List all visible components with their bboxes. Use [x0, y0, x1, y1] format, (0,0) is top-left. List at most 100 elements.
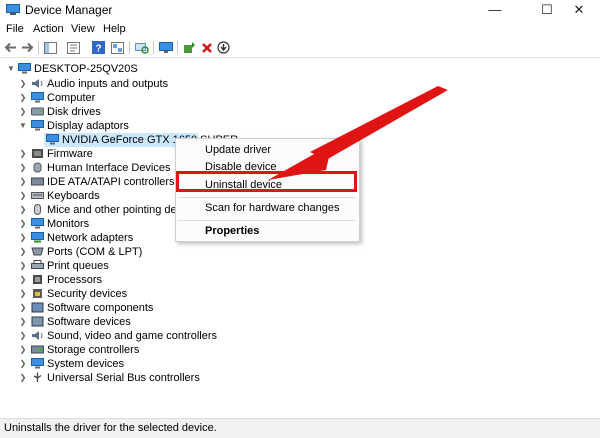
system-device-icon — [31, 358, 44, 369]
category-label: Print queues — [47, 260, 109, 272]
processor-icon — [33, 275, 42, 284]
chevron-right-icon[interactable]: ❯ — [18, 315, 28, 329]
category-label: IDE ATA/ATAPI controllers — [47, 176, 175, 188]
svg-text:?: ? — [95, 44, 101, 55]
port-icon — [31, 247, 44, 256]
mouse-icon — [34, 204, 41, 215]
chevron-right-icon[interactable]: ❯ — [18, 259, 28, 273]
chevron-right-icon[interactable]: ❯ — [18, 161, 28, 175]
device-manager-window: Device Manager — ☐ ✕ File Action View He… — [0, 0, 600, 438]
menu-separator — [178, 220, 355, 221]
chevron-right-icon[interactable]: ❯ — [18, 77, 28, 91]
help-icon[interactable]: ? — [91, 40, 106, 55]
storage-controller-icon — [31, 345, 44, 354]
update-driver-icon[interactable] — [182, 40, 197, 55]
back-arrow-icon[interactable] — [3, 40, 18, 55]
sound-controller-icon — [32, 331, 43, 340]
category-label: Keyboards — [47, 190, 100, 202]
security-device-icon — [33, 289, 42, 298]
hid-icon — [33, 162, 42, 173]
category-label: Human Interface Devices — [47, 162, 171, 174]
tree-root-label: DESKTOP-25QV20S — [34, 63, 138, 75]
chevron-right-icon[interactable]: ❯ — [18, 231, 28, 245]
uninstall-icon[interactable] — [199, 40, 214, 55]
network-adapter-icon — [31, 232, 44, 243]
keyboard-icon — [31, 192, 44, 199]
category-label: Monitors — [47, 218, 90, 230]
chevron-right-icon[interactable]: ❯ — [18, 91, 28, 105]
ide-controller-icon — [31, 177, 44, 186]
disable-device-icon[interactable] — [216, 40, 231, 55]
chevron-right-icon[interactable]: ❯ — [18, 287, 28, 301]
show-hide-console-tree-icon[interactable] — [43, 40, 58, 55]
properties-icon[interactable] — [66, 40, 81, 55]
chevron-right-icon[interactable]: ❯ — [18, 189, 28, 203]
toolbar-separator — [177, 41, 178, 54]
menu-item-properties[interactable]: Properties — [205, 225, 259, 237]
status-bar: Uninstalls the driver for the selected d… — [0, 418, 600, 438]
computer-icon — [18, 63, 31, 74]
category-label: Software devices — [47, 316, 131, 328]
menu-separator — [178, 197, 355, 198]
chevron-right-icon[interactable]: ❯ — [18, 245, 28, 259]
menu-item-scan-hardware[interactable]: Scan for hardware changes — [205, 202, 340, 214]
chevron-right-icon[interactable]: ❯ — [18, 371, 28, 385]
usb-icon — [33, 372, 42, 382]
printer-icon — [31, 260, 44, 269]
chevron-right-icon[interactable]: ❯ — [18, 203, 28, 217]
category-label: Software components — [47, 302, 154, 314]
chevron-right-icon[interactable]: ❯ — [18, 217, 28, 231]
category-label: Computer — [47, 92, 96, 104]
display-adapter-icon — [31, 120, 44, 131]
chevron-right-icon[interactable]: ❯ — [18, 273, 28, 287]
chevron-right-icon[interactable]: ❯ — [18, 301, 28, 315]
category-label: Network adapters — [47, 232, 134, 244]
category-label: Universal Serial Bus controllers — [47, 372, 200, 384]
scan-hardware-icon[interactable] — [134, 40, 149, 55]
computer-icon — [31, 92, 44, 103]
category-label: Display adaptors — [47, 120, 129, 132]
menu-item-update-driver[interactable]: Update driver — [205, 144, 271, 156]
chevron-right-icon[interactable]: ❯ — [18, 357, 28, 371]
forward-arrow-icon[interactable] — [20, 40, 35, 55]
device-manager-app-icon — [6, 4, 20, 15]
menu-file[interactable]: File — [6, 23, 24, 35]
category-label: Disk drives — [47, 106, 101, 118]
category-label: Audio inputs and outputs — [47, 78, 169, 90]
toolbar-separator — [38, 41, 39, 54]
disk-drive-icon — [31, 107, 44, 116]
chevron-right-icon[interactable]: ❯ — [18, 175, 28, 189]
software-device-icon — [31, 316, 44, 327]
category-label: Firmware — [47, 148, 93, 160]
chevron-down-icon[interactable]: ▼ — [6, 62, 16, 76]
monitor-icon — [31, 218, 44, 229]
toolbar-separator — [153, 41, 154, 54]
close-button[interactable]: ✕ — [558, 0, 600, 20]
firmware-icon — [32, 149, 43, 158]
chevron-right-icon[interactable]: ❯ — [18, 329, 28, 343]
category-label: Storage controllers — [47, 344, 140, 356]
category-label: Mice and other pointing device — [47, 204, 197, 216]
annotation-highlight-box — [176, 171, 357, 192]
monitor-icon[interactable] — [158, 40, 173, 55]
category-label: System devices — [47, 358, 125, 370]
category-label: Ports (COM & LPT) — [47, 246, 143, 258]
display-adapter-icon — [46, 134, 59, 145]
minimize-button[interactable]: — — [474, 0, 516, 20]
window-title: Device Manager — [25, 3, 113, 17]
speaker-icon — [32, 79, 43, 88]
view-icon[interactable] — [110, 40, 125, 55]
software-component-icon — [31, 302, 44, 313]
chevron-right-icon[interactable]: ❯ — [18, 147, 28, 161]
menu-view[interactable]: View — [71, 23, 95, 35]
chevron-down-icon[interactable]: ▼ — [18, 119, 28, 133]
chevron-right-icon[interactable]: ❯ — [18, 105, 28, 119]
toolbar: ? — [0, 39, 600, 58]
menu-help[interactable]: Help — [103, 23, 126, 35]
category-label: Processors — [47, 274, 103, 286]
menu-action[interactable]: Action — [33, 23, 64, 35]
toolbar-separator — [129, 41, 130, 54]
chevron-right-icon[interactable]: ❯ — [18, 343, 28, 357]
category-label: Sound, video and game controllers — [47, 330, 217, 342]
title-bar: Device Manager — ☐ ✕ — [0, 0, 600, 20]
